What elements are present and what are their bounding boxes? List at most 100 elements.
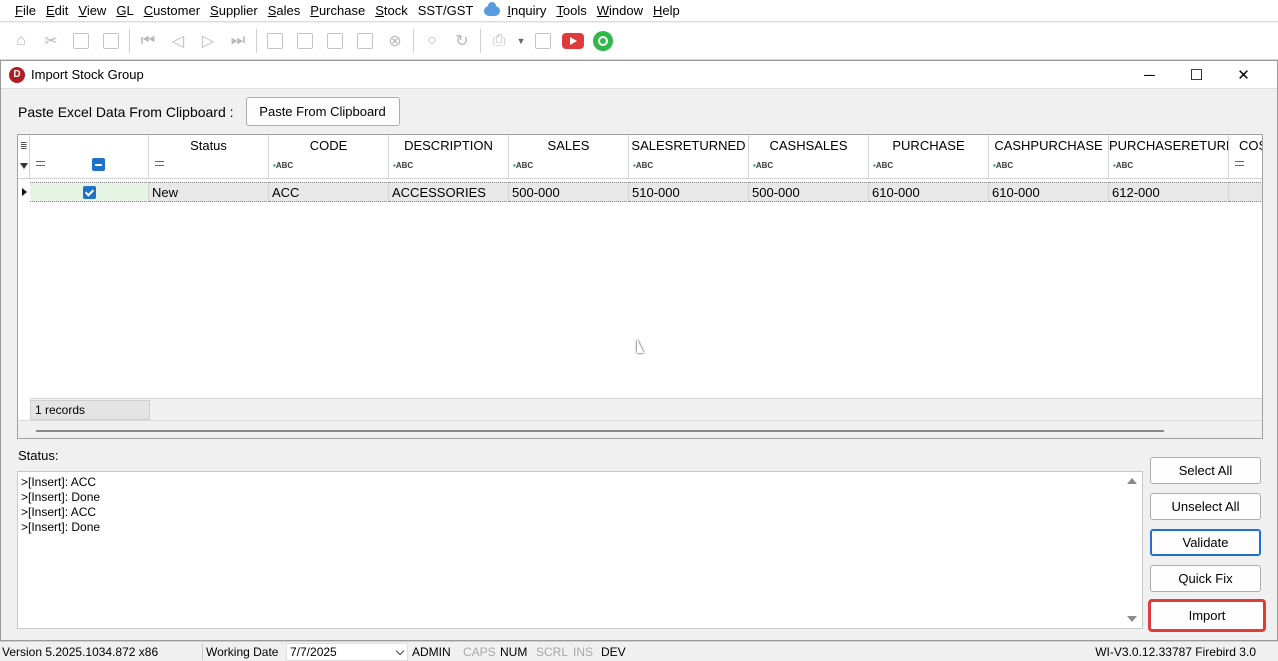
edit-document-icon[interactable] [290, 27, 320, 55]
cell-cashpurchase[interactable]: 610-000 [989, 182, 1109, 202]
menu-gl[interactable]: GL [111, 0, 138, 22]
menu-window[interactable]: Window [592, 0, 648, 22]
filter-abc-icon[interactable]: ▪ABC [1113, 161, 1133, 170]
menu-inquiry[interactable]: Inquiry [502, 0, 551, 22]
column-header-purchase[interactable]: PURCHASE ▪ABC [869, 135, 989, 179]
import-highlight: Import [1148, 599, 1266, 632]
minimize-button[interactable]: ─ [1126, 61, 1173, 89]
column-header-cos[interactable]: COS [1229, 135, 1262, 179]
scrollbar-thumb[interactable] [36, 430, 1164, 432]
cell-cos[interactable] [1229, 182, 1262, 202]
cell-sales[interactable]: 500-000 [509, 182, 629, 202]
import-button[interactable]: Import [1153, 604, 1261, 627]
toolbar-separator [413, 29, 414, 53]
new-document-icon[interactable] [260, 27, 290, 55]
filter-abc-icon[interactable]: ▪ABC [873, 161, 893, 170]
close-button[interactable]: ✕ [1220, 61, 1267, 89]
app-logo-icon: D [9, 66, 25, 83]
cell-purchasereturn[interactable]: 612-000 [1109, 182, 1229, 202]
maximize-button[interactable]: ☐ [1173, 61, 1220, 89]
filter-equals-icon[interactable] [155, 161, 164, 166]
filter-abc-icon[interactable]: ▪ABC [993, 161, 1013, 170]
cell-status[interactable]: New [149, 182, 269, 202]
filter-icon[interactable] [20, 163, 28, 169]
cloud-icon[interactable] [484, 1, 501, 16]
menu-supplier[interactable]: Supplier [205, 0, 263, 22]
filter-abc-icon[interactable]: ▪ABC [633, 161, 653, 170]
home-icon[interactable]: ⌂ [6, 27, 36, 55]
row-checkbox[interactable] [83, 186, 96, 199]
column-header-status[interactable]: Status [149, 135, 269, 179]
version-text: Version 5.2025.1034.872 x86 [2, 645, 159, 659]
column-header-salesreturned[interactable]: SALESRETURNED ▪ABC [629, 135, 749, 179]
menu-file[interactable]: File [10, 0, 41, 22]
previous-record-icon[interactable]: ◁ [163, 27, 193, 55]
whatsapp-icon[interactable] [588, 27, 618, 55]
unselect-all-button[interactable]: Unselect All [1150, 493, 1261, 520]
print-dropdown-icon[interactable]: ▼ [514, 27, 528, 55]
search-icon[interactable]: ○ [417, 27, 447, 55]
menu-tools[interactable]: Tools [551, 0, 591, 22]
column-header-description[interactable]: DESCRIPTION ▪ABC [389, 135, 509, 179]
delete-document-icon[interactable] [320, 27, 350, 55]
select-all-button[interactable]: Select All [1150, 457, 1261, 484]
last-record-icon[interactable]: ⏭ [223, 27, 253, 55]
menu-purchase[interactable]: Purchase [305, 0, 370, 22]
grid-corner[interactable]: ≣ [18, 135, 30, 179]
status-log[interactable]: >[Insert]: ACC >[Insert]: Done >[Insert]… [17, 471, 1143, 629]
row-indicator-icon [18, 182, 30, 202]
paste-icon[interactable] [96, 27, 126, 55]
filter-equals-icon[interactable] [36, 161, 45, 166]
cell-code[interactable]: ACC [269, 182, 389, 202]
save-icon[interactable] [350, 27, 380, 55]
caps-indicator: CAPS [463, 645, 496, 659]
copy-icon[interactable] [66, 27, 96, 55]
column-header-sales[interactable]: SALES ▪ABC [509, 135, 629, 179]
menu-help[interactable]: Help [648, 0, 685, 22]
horizontal-scrollbar[interactable] [18, 420, 1262, 438]
window-titlebar: D Import Stock Group ─ ☐ ✕ [1, 61, 1277, 89]
filter-equals-icon[interactable] [1235, 161, 1244, 166]
refresh-icon[interactable]: ↻ [447, 27, 477, 55]
chevron-down-icon[interactable] [395, 646, 405, 656]
youtube-icon[interactable] [558, 27, 588, 55]
scroll-up-icon[interactable] [1127, 478, 1137, 484]
column-chooser-icon[interactable]: ≣ [20, 141, 28, 152]
menu-customer[interactable]: Customer [139, 0, 205, 22]
menu-view[interactable]: View [73, 0, 111, 22]
toolbar-separator [129, 29, 130, 53]
cell-description[interactable]: ACCESSORIES [389, 182, 509, 202]
select-all-checkbox[interactable] [92, 158, 105, 171]
menu-sales[interactable]: Sales [263, 0, 306, 22]
column-header-cashpurchase[interactable]: CASHPURCHASE ▪ABC [989, 135, 1109, 179]
column-header-cashsales[interactable]: CASHSALES ▪ABC [749, 135, 869, 179]
filter-abc-icon[interactable]: ▪ABC [393, 161, 413, 170]
import-grid[interactable]: ≣ Status CODE ▪ABC DESCRIPTION ▪ABC SALE… [17, 134, 1263, 439]
column-header-purchasereturn[interactable]: PURCHASERETURN... ▪ABC [1109, 135, 1229, 179]
menu-edit[interactable]: Edit [41, 0, 73, 22]
column-header-select[interactable] [30, 135, 149, 179]
row-select-cell[interactable] [30, 182, 149, 202]
first-record-icon[interactable]: ⏮ [133, 27, 163, 55]
filter-abc-icon[interactable]: ▪ABC [513, 161, 533, 170]
paste-from-clipboard-button[interactable]: Paste From Clipboard [245, 97, 400, 126]
cell-salesreturned[interactable]: 510-000 [629, 182, 749, 202]
menu-stock[interactable]: Stock [370, 0, 413, 22]
next-record-icon[interactable]: ▷ [193, 27, 223, 55]
preview-icon[interactable] [528, 27, 558, 55]
table-row[interactable]: New ACC ACCESSORIES 500-000 510-000 500-… [18, 182, 1262, 202]
cell-cashsales[interactable]: 500-000 [749, 182, 869, 202]
print-icon[interactable]: ⎙ [484, 27, 514, 55]
column-header-code[interactable]: CODE ▪ABC [269, 135, 389, 179]
statusbar-divider [202, 644, 203, 660]
quick-fix-button[interactable]: Quick Fix [1150, 565, 1261, 592]
filter-abc-icon[interactable]: ▪ABC [273, 161, 293, 170]
filter-abc-icon[interactable]: ▪ABC [753, 161, 773, 170]
menu-sstgst[interactable]: SST/GST [413, 0, 479, 22]
cancel-icon[interactable]: ⊗ [380, 27, 410, 55]
cell-purchase[interactable]: 610-000 [869, 182, 989, 202]
working-date-picker[interactable]: 7/7/2025 [286, 643, 408, 661]
validate-button[interactable]: Validate [1150, 529, 1261, 556]
scroll-down-icon[interactable] [1127, 616, 1137, 622]
cut-icon[interactable]: ✂ [36, 27, 66, 55]
